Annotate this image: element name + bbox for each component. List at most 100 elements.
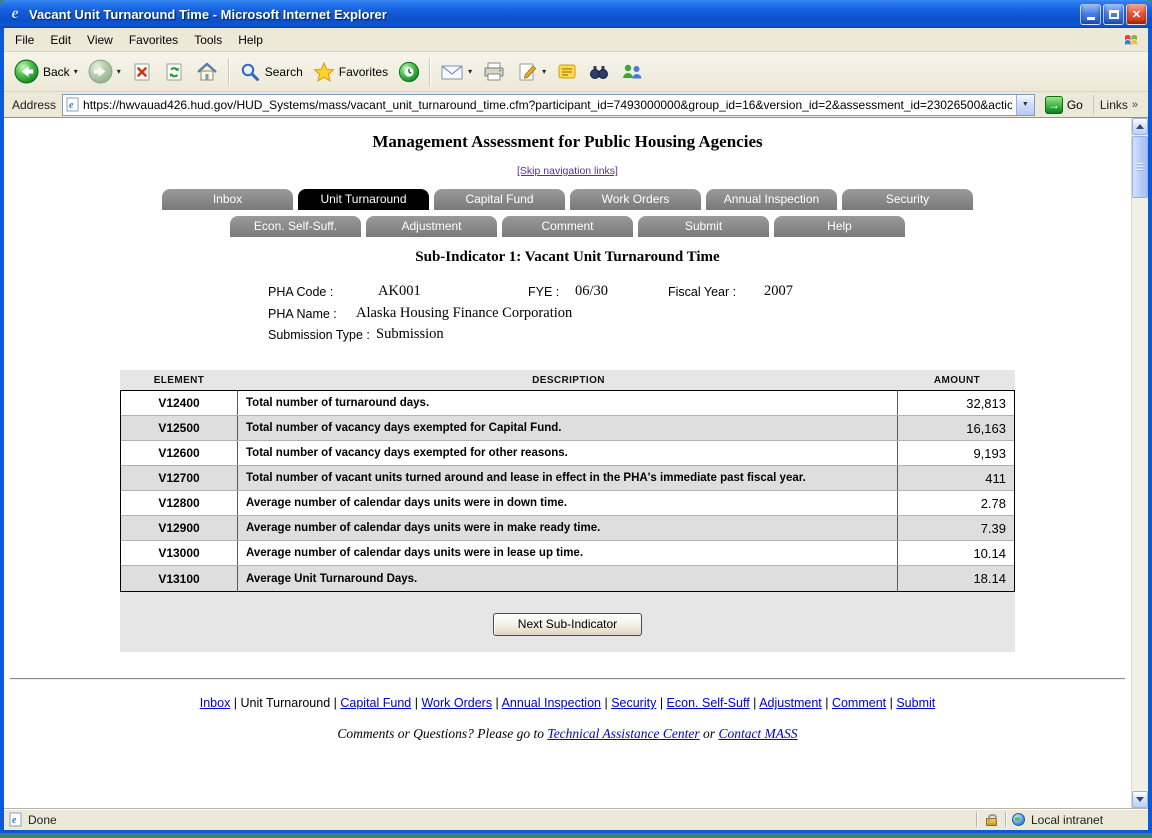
element-cell: V13100 bbox=[121, 566, 238, 591]
fiscal-year-value: 2007 bbox=[764, 283, 793, 300]
menu-item[interactable]: Tools bbox=[186, 30, 230, 50]
footer-nav-link[interactable]: Security bbox=[611, 696, 656, 710]
scroll-down-icon bbox=[1136, 797, 1144, 802]
mail-button[interactable]: ▾ bbox=[435, 61, 477, 83]
footer-nav-item: Work Orders bbox=[421, 696, 501, 710]
discuss-button[interactable] bbox=[551, 59, 583, 85]
history-button[interactable] bbox=[393, 59, 425, 85]
window-title: Vacant Unit Turnaround Time - Microsoft … bbox=[29, 7, 1074, 22]
address-dropdown-icon[interactable]: ▼ bbox=[1016, 95, 1034, 115]
description-cell: Total number of vacancy days exempted fo… bbox=[238, 441, 898, 465]
menu-item[interactable]: View bbox=[79, 30, 121, 50]
lock-icon bbox=[986, 818, 997, 826]
pha-name-label: PHA Name : bbox=[268, 307, 337, 321]
primary-tab[interactable]: Inbox bbox=[162, 189, 293, 210]
fiscal-year-label: Fiscal Year : bbox=[668, 285, 736, 299]
footer-nav-link[interactable]: Capital Fund bbox=[340, 696, 411, 710]
footer-nav-link[interactable]: Econ. Self-Suff bbox=[667, 696, 750, 710]
footer-nav-item: Adjustment bbox=[759, 696, 832, 710]
footer-nav-link[interactable]: Annual Inspection bbox=[502, 696, 601, 710]
back-dropdown-icon[interactable]: ▾ bbox=[74, 67, 78, 76]
footer-nav-link[interactable]: Inbox bbox=[200, 696, 231, 710]
footer-nav-link[interactable]: Submit bbox=[896, 696, 935, 710]
pha-code-value: AK001 bbox=[378, 283, 421, 300]
element-cell: V12800 bbox=[121, 491, 238, 515]
next-sub-indicator-button[interactable]: Next Sub-Indicator bbox=[493, 613, 642, 636]
address-label: Address bbox=[12, 98, 56, 112]
page-icon: e bbox=[66, 97, 79, 112]
fye-value: 06/30 bbox=[575, 283, 608, 300]
mail-dropdown-icon[interactable]: ▾ bbox=[468, 67, 472, 76]
footer-nav-link[interactable]: Adjustment bbox=[759, 696, 822, 710]
primary-tab[interactable]: Work Orders bbox=[570, 189, 701, 210]
minimize-button[interactable] bbox=[1080, 4, 1101, 25]
menu-item[interactable]: Favorites bbox=[121, 30, 186, 50]
secondary-tab[interactable]: Comment bbox=[502, 216, 633, 237]
primary-tab[interactable]: Unit Turnaround bbox=[298, 189, 429, 210]
skip-navigation-link[interactable]: [Skip navigation links] bbox=[517, 165, 618, 177]
favorites-button[interactable]: Favorites bbox=[308, 59, 393, 85]
home-button[interactable] bbox=[190, 59, 224, 85]
back-button[interactable]: Back ▾ bbox=[9, 57, 83, 86]
scrollbar-thumb[interactable] bbox=[1132, 136, 1148, 198]
scroll-up-button[interactable] bbox=[1132, 118, 1148, 135]
stop-button[interactable] bbox=[126, 59, 158, 85]
primary-tab[interactable]: Security bbox=[842, 189, 973, 210]
edit-dropdown-icon[interactable]: ▾ bbox=[542, 67, 546, 76]
forward-icon bbox=[88, 59, 113, 84]
pha-info-block: PHA Code : AK001 FYE : 06/30 Fiscal Year… bbox=[120, 284, 1015, 356]
menu-item[interactable]: Edit bbox=[42, 30, 79, 50]
go-button[interactable]: → Go bbox=[1041, 96, 1087, 114]
footer-nav-link[interactable]: Work Orders bbox=[421, 696, 492, 710]
element-cell: V12400 bbox=[121, 391, 238, 415]
pha-name-value: Alaska Housing Finance Corporation bbox=[356, 305, 572, 322]
links-label: Links bbox=[1100, 98, 1128, 112]
messenger-icon bbox=[620, 61, 644, 83]
secondary-tab[interactable]: Submit bbox=[638, 216, 769, 237]
footer-note-text: Comments or Questions? Please go to bbox=[337, 726, 547, 741]
close-button[interactable]: ✕ bbox=[1126, 4, 1147, 25]
footer-nav-item: Econ. Self-Suff bbox=[667, 696, 760, 710]
contact-mass-link[interactable]: Contact MASS bbox=[718, 726, 797, 741]
print-button[interactable] bbox=[477, 59, 511, 85]
messenger-button[interactable] bbox=[615, 59, 649, 85]
forward-button[interactable]: ▾ bbox=[83, 57, 126, 86]
page-title: Management Assessment for Public Housing… bbox=[4, 132, 1131, 152]
back-icon bbox=[14, 59, 39, 84]
address-url[interactable]: https://hwvauad426.hud.gov/HUD_Systems/m… bbox=[83, 98, 1012, 112]
links-button[interactable]: Links » bbox=[1093, 95, 1144, 115]
go-arrow-icon: → bbox=[1045, 96, 1063, 114]
footer-nav-link: Unit Turnaround bbox=[241, 696, 331, 710]
toolbar: Back ▾ ▾ bbox=[4, 52, 1148, 92]
address-input[interactable]: e https://hwvauad426.hud.gov/HUD_Systems… bbox=[62, 94, 1035, 116]
secondary-tab[interactable]: Adjustment bbox=[366, 216, 497, 237]
description-cell: Average Unit Turnaround Days. bbox=[238, 566, 898, 591]
maximize-icon bbox=[1109, 10, 1119, 19]
amount-cell: 32,813 bbox=[898, 391, 1014, 415]
scrollbar-track[interactable] bbox=[1132, 135, 1148, 791]
secondary-tab[interactable]: Help bbox=[774, 216, 905, 237]
element-cell: V12700 bbox=[121, 466, 238, 490]
edit-button[interactable]: ▾ bbox=[511, 59, 551, 85]
pha-code-label: PHA Code : bbox=[268, 285, 333, 299]
element-cell: V12500 bbox=[121, 416, 238, 440]
menu-item[interactable]: File bbox=[7, 30, 42, 50]
scroll-down-button[interactable] bbox=[1132, 791, 1148, 808]
primary-tab[interactable]: Capital Fund bbox=[434, 189, 565, 210]
forward-dropdown-icon[interactable]: ▾ bbox=[117, 67, 121, 76]
technical-assistance-link[interactable]: Technical Assistance Center bbox=[547, 726, 699, 741]
search-button[interactable]: Search bbox=[234, 59, 308, 85]
refresh-icon bbox=[163, 61, 185, 83]
primary-tab[interactable]: Annual Inspection bbox=[706, 189, 837, 210]
secondary-tab[interactable]: Econ. Self-Suff. bbox=[230, 216, 361, 237]
research-button[interactable] bbox=[583, 59, 615, 85]
refresh-button[interactable] bbox=[158, 59, 190, 85]
element-cell: V12600 bbox=[121, 441, 238, 465]
footer-nav-item: Unit Turnaround bbox=[241, 696, 341, 710]
vertical-scrollbar[interactable] bbox=[1131, 118, 1148, 808]
description-column-header: DESCRIPTION bbox=[238, 375, 899, 386]
menu-item[interactable]: Help bbox=[230, 30, 271, 50]
footer-nav-link[interactable]: Comment bbox=[832, 696, 886, 710]
amount-cell: 16,163 bbox=[898, 416, 1014, 440]
maximize-button[interactable] bbox=[1103, 4, 1124, 25]
